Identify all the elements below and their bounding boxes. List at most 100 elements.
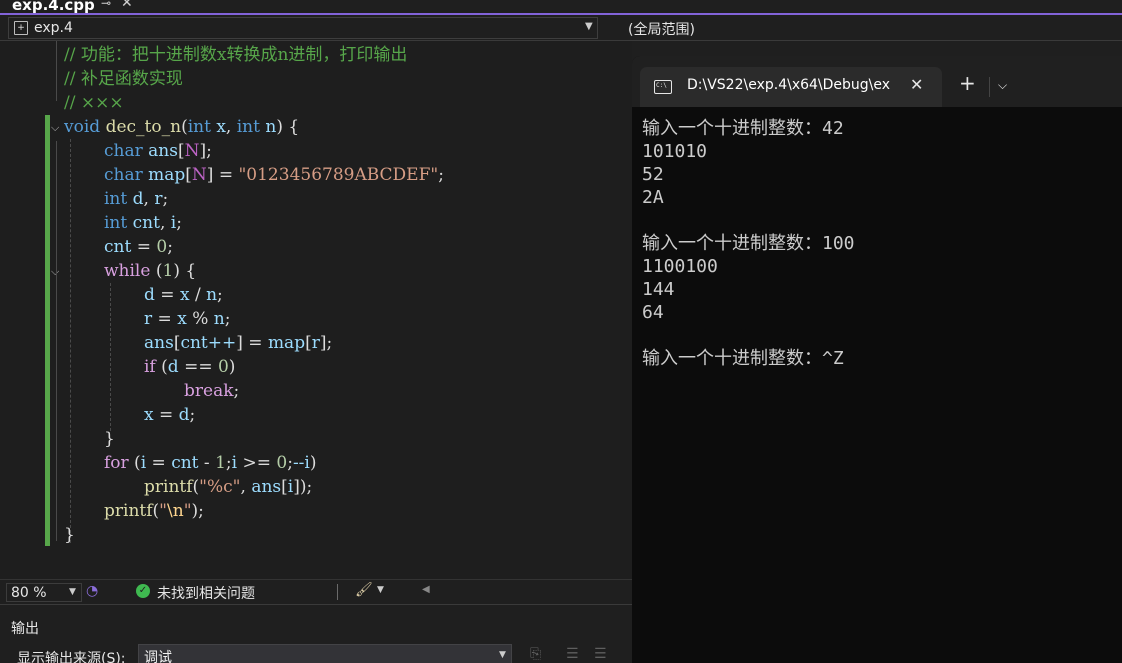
control-keyword: while [104, 261, 151, 281]
pin-icon[interactable]: ⊸ [101, 0, 111, 10]
document-tab-title[interactable]: exp.4.cpp [12, 0, 95, 14]
terminal-line: 144 [642, 279, 675, 300]
output-source-select[interactable]: 调试 ▼ [138, 644, 512, 663]
issues-status[interactable]: 未找到相关问题 [157, 583, 255, 603]
number-literal: 0 [156, 237, 168, 257]
terminal-tab[interactable]: C:\ D:\VS22\exp.4\x64\Debug\ex ✕ [640, 67, 942, 107]
identifier: x [177, 309, 187, 329]
identifier: map [148, 165, 186, 185]
code-cleanup-icon[interactable]: 🖌 [355, 582, 373, 598]
control-keyword: if [144, 357, 156, 377]
identifier: r [311, 333, 320, 353]
comment: // ××× [64, 93, 124, 113]
zoom-dropdown[interactable]: 80 % ▼ [6, 583, 82, 602]
control-keyword: for [104, 453, 129, 473]
chevron-down-icon[interactable]: ⌵ [998, 78, 1007, 93]
project-scope-dropdown[interactable]: + exp.4 ▼ [8, 17, 598, 39]
terminal-line: 64 [642, 302, 664, 323]
divider [989, 77, 990, 97]
operator: % [192, 309, 209, 329]
identifier: cnt++ [180, 333, 237, 353]
identifier: x [144, 405, 154, 425]
code-line: ans[cnt++] = map[r]; [144, 333, 333, 353]
code-editor[interactable]: ⌵ ⌵ // 功能：把十进制数x转换成n进制，打印输出 // 补足函数实现 //… [0, 41, 632, 579]
number-literal: 0 [217, 357, 229, 377]
identifier: cnt [132, 213, 160, 233]
terminal-tab-bar: C:\ D:\VS22\exp.4\x64\Debug\ex ✕ + ⌵ [632, 56, 1122, 107]
code-line: while (1) { [104, 261, 197, 281]
output-source-label: 显示输出来源(S): [17, 651, 126, 663]
chevron-down-icon[interactable]: ▼ [585, 21, 593, 32]
identifier: cnt [171, 453, 199, 473]
code-line: int d, r; [104, 189, 169, 209]
macro: N [184, 141, 200, 161]
next-message-icon[interactable]: ☰ [594, 646, 607, 662]
new-tab-icon[interactable]: + [959, 73, 976, 93]
change-tracking-bar [45, 115, 50, 546]
keyword: int [236, 117, 260, 137]
code-line: // ××× [64, 91, 124, 115]
string-literal: "%c" [199, 477, 241, 497]
string-literal: " [183, 501, 192, 521]
navigation-bar: + exp.4 ▼ (全局范围) [0, 15, 1122, 41]
identifier: d [178, 405, 190, 425]
divider [337, 584, 338, 600]
terminal-line: 1100100 [642, 256, 718, 277]
chevron-down-icon[interactable]: ▼ [499, 650, 506, 660]
macro: N [191, 165, 207, 185]
code-line: // 补足函数实现 [64, 67, 183, 91]
identifier: d [167, 357, 179, 377]
keyword: int [187, 117, 211, 137]
scroll-left-icon[interactable]: ◀ [422, 584, 430, 595]
keyword: void [64, 117, 101, 137]
fold-collapse-icon[interactable]: ⌵ [51, 121, 59, 135]
indent-guide [110, 283, 111, 431]
previous-message-icon[interactable]: ☰ [566, 646, 579, 662]
global-scope-dropdown[interactable]: (全局范围) [604, 17, 1122, 39]
code-line: cnt = 0; [104, 237, 173, 257]
output-source-value: 调试 [144, 650, 172, 663]
chevron-down-icon[interactable]: ▼ [377, 585, 384, 595]
identifier: ans [144, 333, 174, 353]
code-line: // 功能：把十进制数x转换成n进制，打印输出 [64, 43, 407, 67]
close-icon[interactable]: ✕ [910, 75, 923, 94]
document-tab[interactable]: exp.4.cpp ⊸ ✕ [0, 0, 140, 14]
terminal-window[interactable]: C:\ D:\VS22\exp.4\x64\Debug\ex ✕ + ⌵ 输入一… [632, 56, 1122, 663]
chevron-down-icon[interactable]: ▼ [69, 587, 76, 597]
document-tab-strip: exp.4.cpp ⊸ ✕ [0, 0, 1122, 15]
terminal-line: 输入一个十进制整数：100 [642, 233, 855, 254]
identifier: x [216, 117, 226, 137]
terminal-line: 输入一个十进制整数：^Z [642, 348, 844, 369]
check-icon: ✓ [136, 584, 150, 598]
keyword: int [104, 213, 128, 233]
code-line: } [64, 525, 75, 545]
code-line: void dec_to_n(int x, int n) { [64, 117, 300, 137]
identifier: x [179, 285, 190, 305]
string-literal: "0123456789ABCDEF" [238, 165, 439, 185]
keyword: int [104, 189, 128, 209]
close-icon[interactable]: ✕ [121, 0, 133, 11]
editor-status-bar: 80 % ▼ ◔ ✓ 未找到相关问题 🖌 ▼ ◀ [0, 579, 632, 603]
code-line: if (d == 0) [144, 357, 236, 377]
indent-guide [70, 139, 71, 543]
code-line: char ans[N]; [104, 141, 212, 161]
function-name: printf [144, 477, 193, 497]
number-literal: 0 [276, 453, 288, 473]
comment: // 功能：把十进制数x转换成n进制，打印输出 [64, 45, 408, 65]
zoom-value: 80 % [11, 585, 47, 601]
identifier: ans [148, 141, 178, 161]
code-health-icon[interactable]: ◔ [86, 583, 98, 599]
comment: // 补足函数实现 [64, 69, 183, 89]
terminal-line: 101010 [642, 141, 708, 162]
identifier: n [213, 309, 225, 329]
code-line: } [104, 429, 115, 449]
identifier: n [206, 285, 218, 305]
string-literal: " [159, 501, 167, 521]
project-icon: + [14, 21, 28, 35]
terminal-output[interactable]: 输入一个十进制整数：42 101010 52 2A 输入一个十进制整数：100 … [642, 117, 1112, 370]
code-line: printf("%c", ans[i]); [144, 477, 313, 497]
function-name: dec_to_n [105, 117, 182, 137]
code-line: printf("\n"); [104, 501, 204, 521]
find-message-icon[interactable]: ⎘ [530, 646, 541, 662]
